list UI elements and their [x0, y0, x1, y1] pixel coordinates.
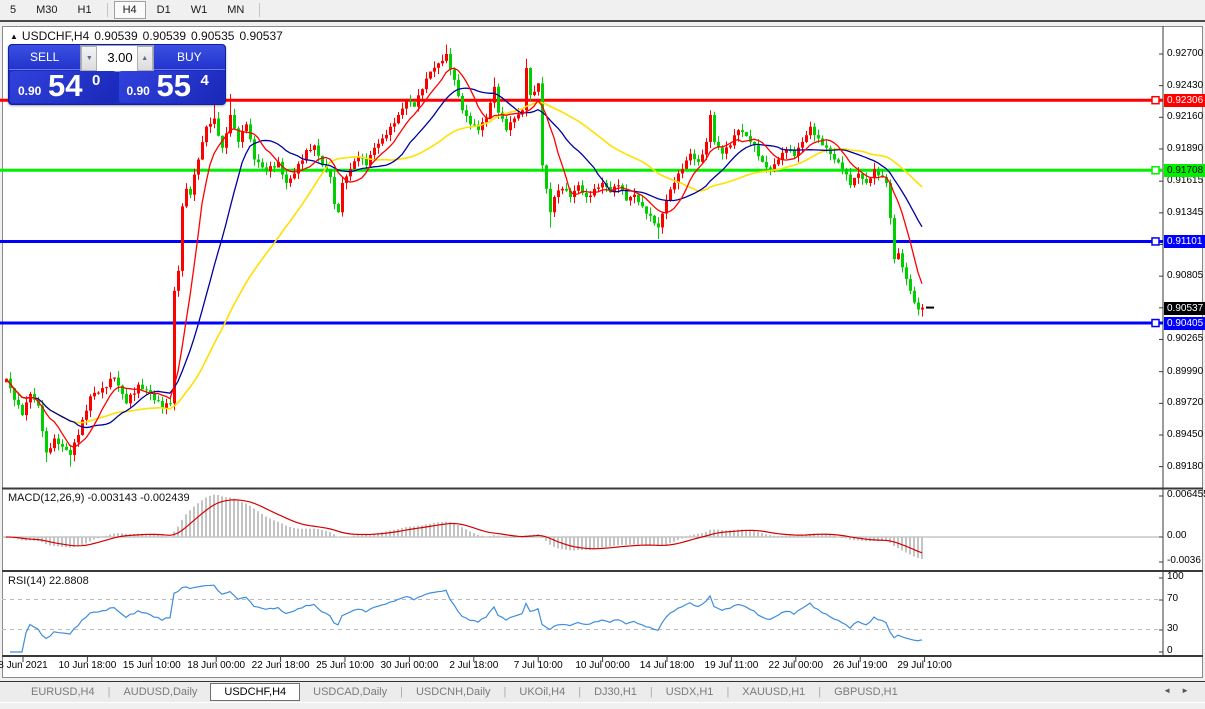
- rsi-label: RSI(14) 22.8808: [8, 575, 89, 587]
- date-tick-label: 2 Jul 18:00: [449, 660, 498, 671]
- tab-usdcnh-daily[interactable]: USDCNH,Daily: [403, 684, 504, 700]
- date-tick-label: 22 Jul 00:00: [769, 660, 824, 671]
- collapse-triangle-icon[interactable]: ▲: [10, 32, 18, 41]
- macd-label: MACD(12,26,9) -0.003143 -0.002439: [8, 492, 190, 504]
- ohlc-open: 0.90539: [94, 29, 137, 43]
- ohlc-close: 0.90537: [239, 29, 282, 43]
- timeframe-button-h1[interactable]: H1: [69, 1, 101, 19]
- date-tick-label: 19 Jul 11:00: [705, 660, 759, 671]
- volume-decrease-icon[interactable]: ▼: [81, 46, 97, 71]
- date-tick-label: 8 Jun 2021: [0, 660, 48, 671]
- symbol-label: USDCHF,H4: [22, 29, 89, 43]
- date-tick-label: 18 Jun 00:00: [187, 660, 245, 671]
- sell-price-display[interactable]: 0.90 54 0: [10, 71, 116, 103]
- timeframe-button-d1[interactable]: D1: [148, 1, 180, 19]
- sell-price-pip: 0: [92, 72, 100, 89]
- status-strip: [0, 702, 1205, 709]
- tab-ukoil-h4[interactable]: UKOil,H4: [506, 684, 578, 700]
- tab-usdx-h1[interactable]: USDX,H1: [653, 684, 727, 700]
- price-tick-label: 0.92430: [1167, 80, 1203, 91]
- timeframe-button-mn[interactable]: MN: [218, 1, 253, 19]
- date-tick-label: 25 Jun 10:00: [316, 660, 374, 671]
- price-level-badge: 0.91708: [1164, 164, 1205, 177]
- timeframe-button-m30[interactable]: M30: [27, 1, 66, 19]
- volume-input[interactable]: 3.00: [97, 46, 136, 71]
- toolbar-divider: [0, 20, 1205, 22]
- price-tick-label: 0.92160: [1167, 111, 1203, 122]
- timeframe-button-w1[interactable]: W1: [182, 1, 217, 19]
- volume-increase-icon[interactable]: ▲: [137, 46, 153, 71]
- date-tick-label: 29 Jul 10:00: [897, 660, 952, 671]
- price-level-badge: 0.92306: [1164, 94, 1205, 107]
- current-price-badge: 0.90537: [1164, 302, 1205, 315]
- price-tick-label: 0.91890: [1167, 143, 1203, 154]
- buy-button[interactable]: BUY: [154, 45, 225, 70]
- ohlc-high: 0.90539: [143, 29, 186, 43]
- date-tick-label: 10 Jul 00:00: [575, 660, 630, 671]
- price-level-badge: 0.91101: [1164, 235, 1205, 248]
- macd-tick-label: 0.006455: [1167, 489, 1205, 500]
- price-tick-label: 0.92700: [1167, 48, 1203, 59]
- tab-gbpusd-h1[interactable]: GBPUSD,H1: [821, 684, 911, 700]
- tab-audusd-daily[interactable]: AUDUSD,Daily: [110, 684, 210, 700]
- one-click-trading-panel: SELL ▼ 3.00 ▲ BUY 0.90 54 0 0.90 55 4: [8, 44, 226, 105]
- date-tick-label: 14 Jul 18:00: [640, 660, 695, 671]
- price-level-badge: 0.90405: [1164, 317, 1205, 330]
- price-tick-label: 0.89450: [1167, 429, 1203, 440]
- tab-dj30-h1[interactable]: DJ30,H1: [581, 684, 650, 700]
- timeframe-button-5[interactable]: 5: [1, 1, 25, 19]
- tab-usdcad-daily[interactable]: USDCAD,Daily: [300, 684, 400, 700]
- timeframe-button-h4[interactable]: H4: [114, 1, 146, 19]
- price-tick-label: 0.89990: [1167, 366, 1203, 377]
- toolbar-separator: [107, 3, 108, 17]
- sell-button[interactable]: SELL: [9, 45, 80, 70]
- macd-tick-label: 0.00: [1167, 530, 1186, 541]
- buy-price-display[interactable]: 0.90 55 4: [119, 71, 225, 103]
- timeframe-toolbar: 5M30H1 H4D1W1MN: [0, 0, 1205, 20]
- sell-price-big: 54: [48, 71, 82, 103]
- ohlc-low: 0.90535: [191, 29, 234, 43]
- tab-scroll-arrows[interactable]: ◄►: [1163, 686, 1199, 695]
- date-tick-label: 22 Jun 18:00: [252, 660, 310, 671]
- price-tick-label: 0.90805: [1167, 270, 1203, 281]
- rsi-tick-label: 0: [1167, 645, 1173, 656]
- date-tick-label: 10 Jun 18:00: [58, 660, 116, 671]
- toolbar-separator: [259, 3, 260, 17]
- tab-eurusd-h4[interactable]: EURUSD,H4: [18, 684, 108, 700]
- volume-spinner: ▼ 3.00 ▲: [80, 45, 153, 72]
- buy-price-pip: 4: [201, 72, 209, 89]
- price-tick-label: 0.90265: [1167, 333, 1203, 344]
- rsi-tick-label: 30: [1167, 623, 1178, 634]
- sell-price-prefix: 0.90: [18, 84, 41, 98]
- price-tick-label: 0.89720: [1167, 397, 1203, 408]
- date-tick-label: 30 Jun 00:00: [380, 660, 438, 671]
- price-chart-canvas[interactable]: [0, 0, 1205, 709]
- tab-usdchf-h4[interactable]: USDCHF,H4: [210, 683, 300, 701]
- buy-price-prefix: 0.90: [127, 84, 150, 98]
- symbol-tabbar: EURUSD,H4|AUDUSD,DailyUSDCHF,H4USDCAD,Da…: [0, 681, 1205, 702]
- date-tick-label: 15 Jun 10:00: [123, 660, 181, 671]
- macd-tick-label: -0.0036: [1167, 555, 1201, 566]
- rsi-tick-label: 100: [1167, 571, 1184, 582]
- chart-title: ▲ USDCHF,H4 0.90539 0.90539 0.90535 0.90537: [10, 29, 288, 43]
- date-tick-label: 7 Jul 10:00: [514, 660, 563, 671]
- buy-price-big: 55: [157, 71, 191, 103]
- rsi-tick-label: 70: [1167, 593, 1178, 604]
- price-tick-label: 0.91345: [1167, 207, 1203, 218]
- price-tick-label: 0.89180: [1167, 461, 1203, 472]
- tab-xauusd-h1[interactable]: XAUUSD,H1: [729, 684, 818, 700]
- date-tick-label: 26 Jul 19:00: [833, 660, 888, 671]
